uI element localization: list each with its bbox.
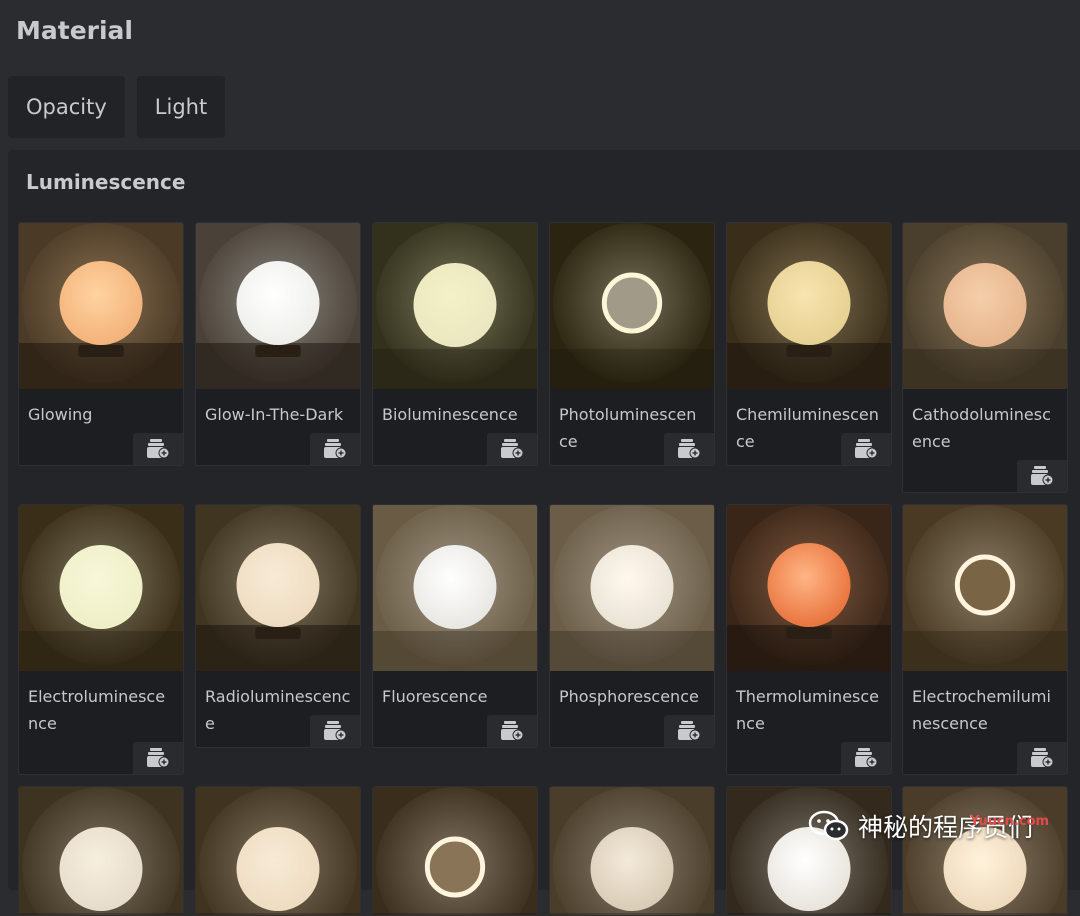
add-to-collection-button[interactable] bbox=[841, 742, 891, 774]
section-header-material: Material bbox=[16, 16, 133, 45]
add-to-collection-button[interactable] bbox=[310, 715, 360, 747]
material-thumbnail bbox=[727, 505, 891, 671]
material-card-untitled[interactable] bbox=[372, 786, 538, 916]
material-card-electrochemiluminescence[interactable]: Electrochemiluminescence bbox=[902, 504, 1068, 775]
add-to-collection-button[interactable] bbox=[664, 433, 714, 465]
material-thumbnail bbox=[727, 787, 891, 915]
material-card-label: Bioluminescence bbox=[382, 405, 518, 424]
add-to-collection-icon bbox=[678, 721, 701, 741]
wechat-icon bbox=[808, 810, 849, 841]
material-card-untitled[interactable] bbox=[18, 786, 184, 916]
material-thumbnail bbox=[550, 787, 714, 915]
material-tabs: Opacity Light bbox=[8, 76, 226, 138]
material-thumbnail bbox=[373, 223, 537, 389]
material-card-untitled[interactable] bbox=[195, 786, 361, 916]
material-card-label: Electroluminescence bbox=[28, 687, 166, 733]
add-to-collection-button[interactable] bbox=[1017, 742, 1067, 774]
material-card-label: Cathodoluminescence bbox=[912, 405, 1051, 451]
material-card-untitled[interactable] bbox=[902, 786, 1068, 916]
material-thumbnail bbox=[550, 505, 714, 671]
material-card-untitled[interactable] bbox=[549, 786, 715, 916]
watermark-url: Yuucn.com bbox=[970, 814, 1050, 829]
material-thumbnail bbox=[196, 505, 360, 671]
material-thumbnail bbox=[19, 505, 183, 671]
add-to-collection-icon bbox=[1031, 466, 1054, 486]
material-thumbnail bbox=[19, 787, 183, 915]
material-card-fluorescence[interactable]: Fluorescence bbox=[372, 504, 538, 748]
add-to-collection-icon bbox=[501, 439, 524, 459]
add-to-collection-icon bbox=[147, 439, 170, 459]
tab-opacity[interactable]: Opacity bbox=[8, 76, 125, 138]
add-to-collection-button[interactable] bbox=[664, 715, 714, 747]
material-card-bioluminescence[interactable]: Bioluminescence bbox=[372, 222, 538, 466]
add-to-collection-button[interactable] bbox=[1017, 460, 1067, 492]
material-thumbnail bbox=[903, 787, 1067, 915]
material-card-glow-in-the-dark[interactable]: Glow-In-The-Dark bbox=[195, 222, 361, 466]
material-card-label: Electrochemiluminescence bbox=[912, 687, 1051, 733]
add-to-collection-button[interactable] bbox=[841, 433, 891, 465]
add-to-collection-icon bbox=[147, 748, 170, 768]
material-card-label: Glowing bbox=[28, 405, 93, 424]
material-card-label: Glow-In-The-Dark bbox=[205, 405, 344, 424]
material-card-phosphorescence[interactable]: Phosphorescence bbox=[549, 504, 715, 748]
add-to-collection-button[interactable] bbox=[310, 433, 360, 465]
material-card-untitled[interactable] bbox=[726, 786, 892, 916]
material-thumbnail bbox=[373, 787, 537, 915]
section-title-luminescence: Luminescence bbox=[26, 170, 186, 194]
add-to-collection-icon bbox=[1031, 748, 1054, 768]
tab-light[interactable]: Light bbox=[136, 76, 226, 138]
material-card-label: Phosphorescence bbox=[559, 687, 699, 706]
material-card-electroluminescence[interactable]: Electroluminescence bbox=[18, 504, 184, 775]
add-to-collection-icon bbox=[324, 721, 347, 741]
material-card-radioluminescence[interactable]: Radioluminescence bbox=[195, 504, 361, 748]
material-thumbnail bbox=[727, 223, 891, 389]
add-to-collection-button[interactable] bbox=[133, 742, 183, 774]
add-to-collection-icon bbox=[855, 748, 878, 768]
add-to-collection-button[interactable] bbox=[487, 715, 537, 747]
material-thumbnail bbox=[19, 223, 183, 389]
material-card-label: Thermoluminescence bbox=[736, 687, 880, 733]
add-to-collection-icon bbox=[855, 439, 878, 459]
add-to-collection-icon bbox=[324, 439, 347, 459]
add-to-collection-button[interactable] bbox=[133, 433, 183, 465]
material-card-thermoluminescence[interactable]: Thermoluminescence bbox=[726, 504, 892, 775]
watermark: 神秘的程序员们 Yuucn.com bbox=[808, 808, 1049, 844]
add-to-collection-icon bbox=[678, 439, 701, 459]
material-card-cathodoluminescence[interactable]: Cathodoluminescence bbox=[902, 222, 1068, 493]
material-thumbnail bbox=[196, 223, 360, 389]
add-to-collection-icon bbox=[501, 721, 524, 741]
material-card-photoluminescence[interactable]: Photoluminescence bbox=[549, 222, 715, 466]
material-thumbnail bbox=[373, 505, 537, 671]
material-thumbnail bbox=[903, 505, 1067, 671]
material-thumbnail bbox=[550, 223, 714, 389]
add-to-collection-button[interactable] bbox=[487, 433, 537, 465]
material-card-label: Fluorescence bbox=[382, 687, 488, 706]
material-card-chemiluminescence[interactable]: Chemiluminescence bbox=[726, 222, 892, 466]
material-card-glowing[interactable]: Glowing bbox=[18, 222, 184, 466]
material-thumbnail bbox=[196, 787, 360, 915]
material-thumbnail bbox=[903, 223, 1067, 389]
luminescence-panel: Luminescence Glowing Glow-In-The-Dark Bi… bbox=[8, 150, 1080, 916]
